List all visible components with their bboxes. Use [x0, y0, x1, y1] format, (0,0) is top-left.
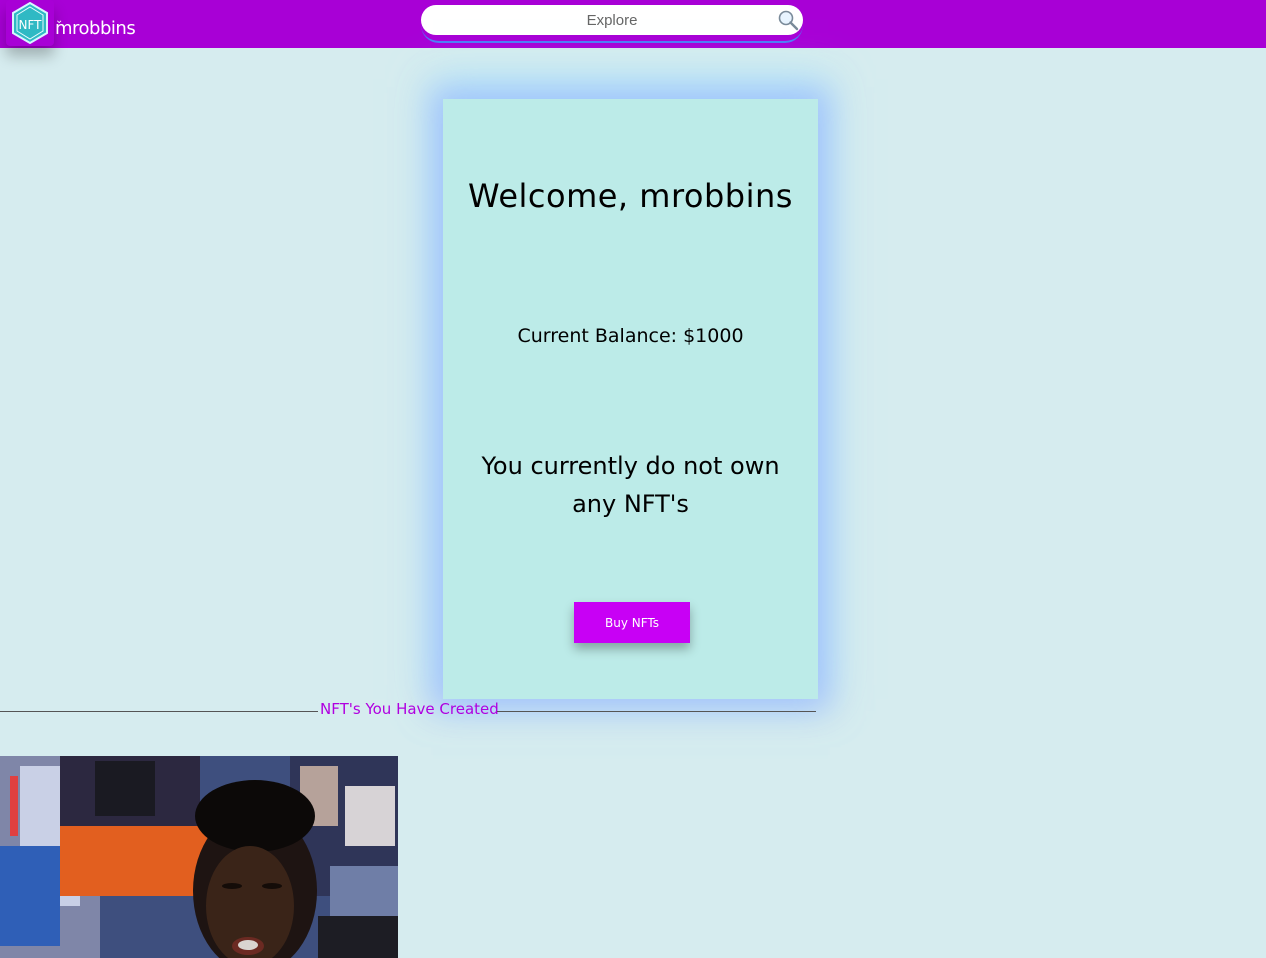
nft-logo-icon: NFT	[12, 2, 48, 44]
balance-text: Current Balance: $1000	[517, 325, 744, 347]
search-icon[interactable]	[777, 9, 799, 31]
welcome-heading: Welcome, mrobbins	[468, 177, 793, 215]
profile-card: Welcome, mrobbins Current Balance: $1000…	[443, 99, 818, 699]
search-input[interactable]	[421, 5, 803, 35]
created-nfts-heading: NFT's You Have Created	[320, 700, 499, 718]
logo-text: NFT	[19, 18, 43, 32]
top-navbar: NFT ⌄ mrobbins	[0, 0, 1266, 48]
created-nft-thumbnail[interactable]	[0, 756, 398, 958]
username-menu[interactable]: mrobbins	[55, 18, 136, 39]
buy-nfts-button[interactable]: Buy NFTs	[574, 602, 690, 643]
nft-image	[0, 756, 398, 958]
logo-button[interactable]: NFT	[6, 0, 54, 46]
search-bar	[421, 5, 803, 43]
section-divider-right	[497, 711, 816, 712]
section-divider-left	[0, 711, 318, 712]
no-nfts-message: You currently do not own any NFT's	[481, 452, 780, 518]
